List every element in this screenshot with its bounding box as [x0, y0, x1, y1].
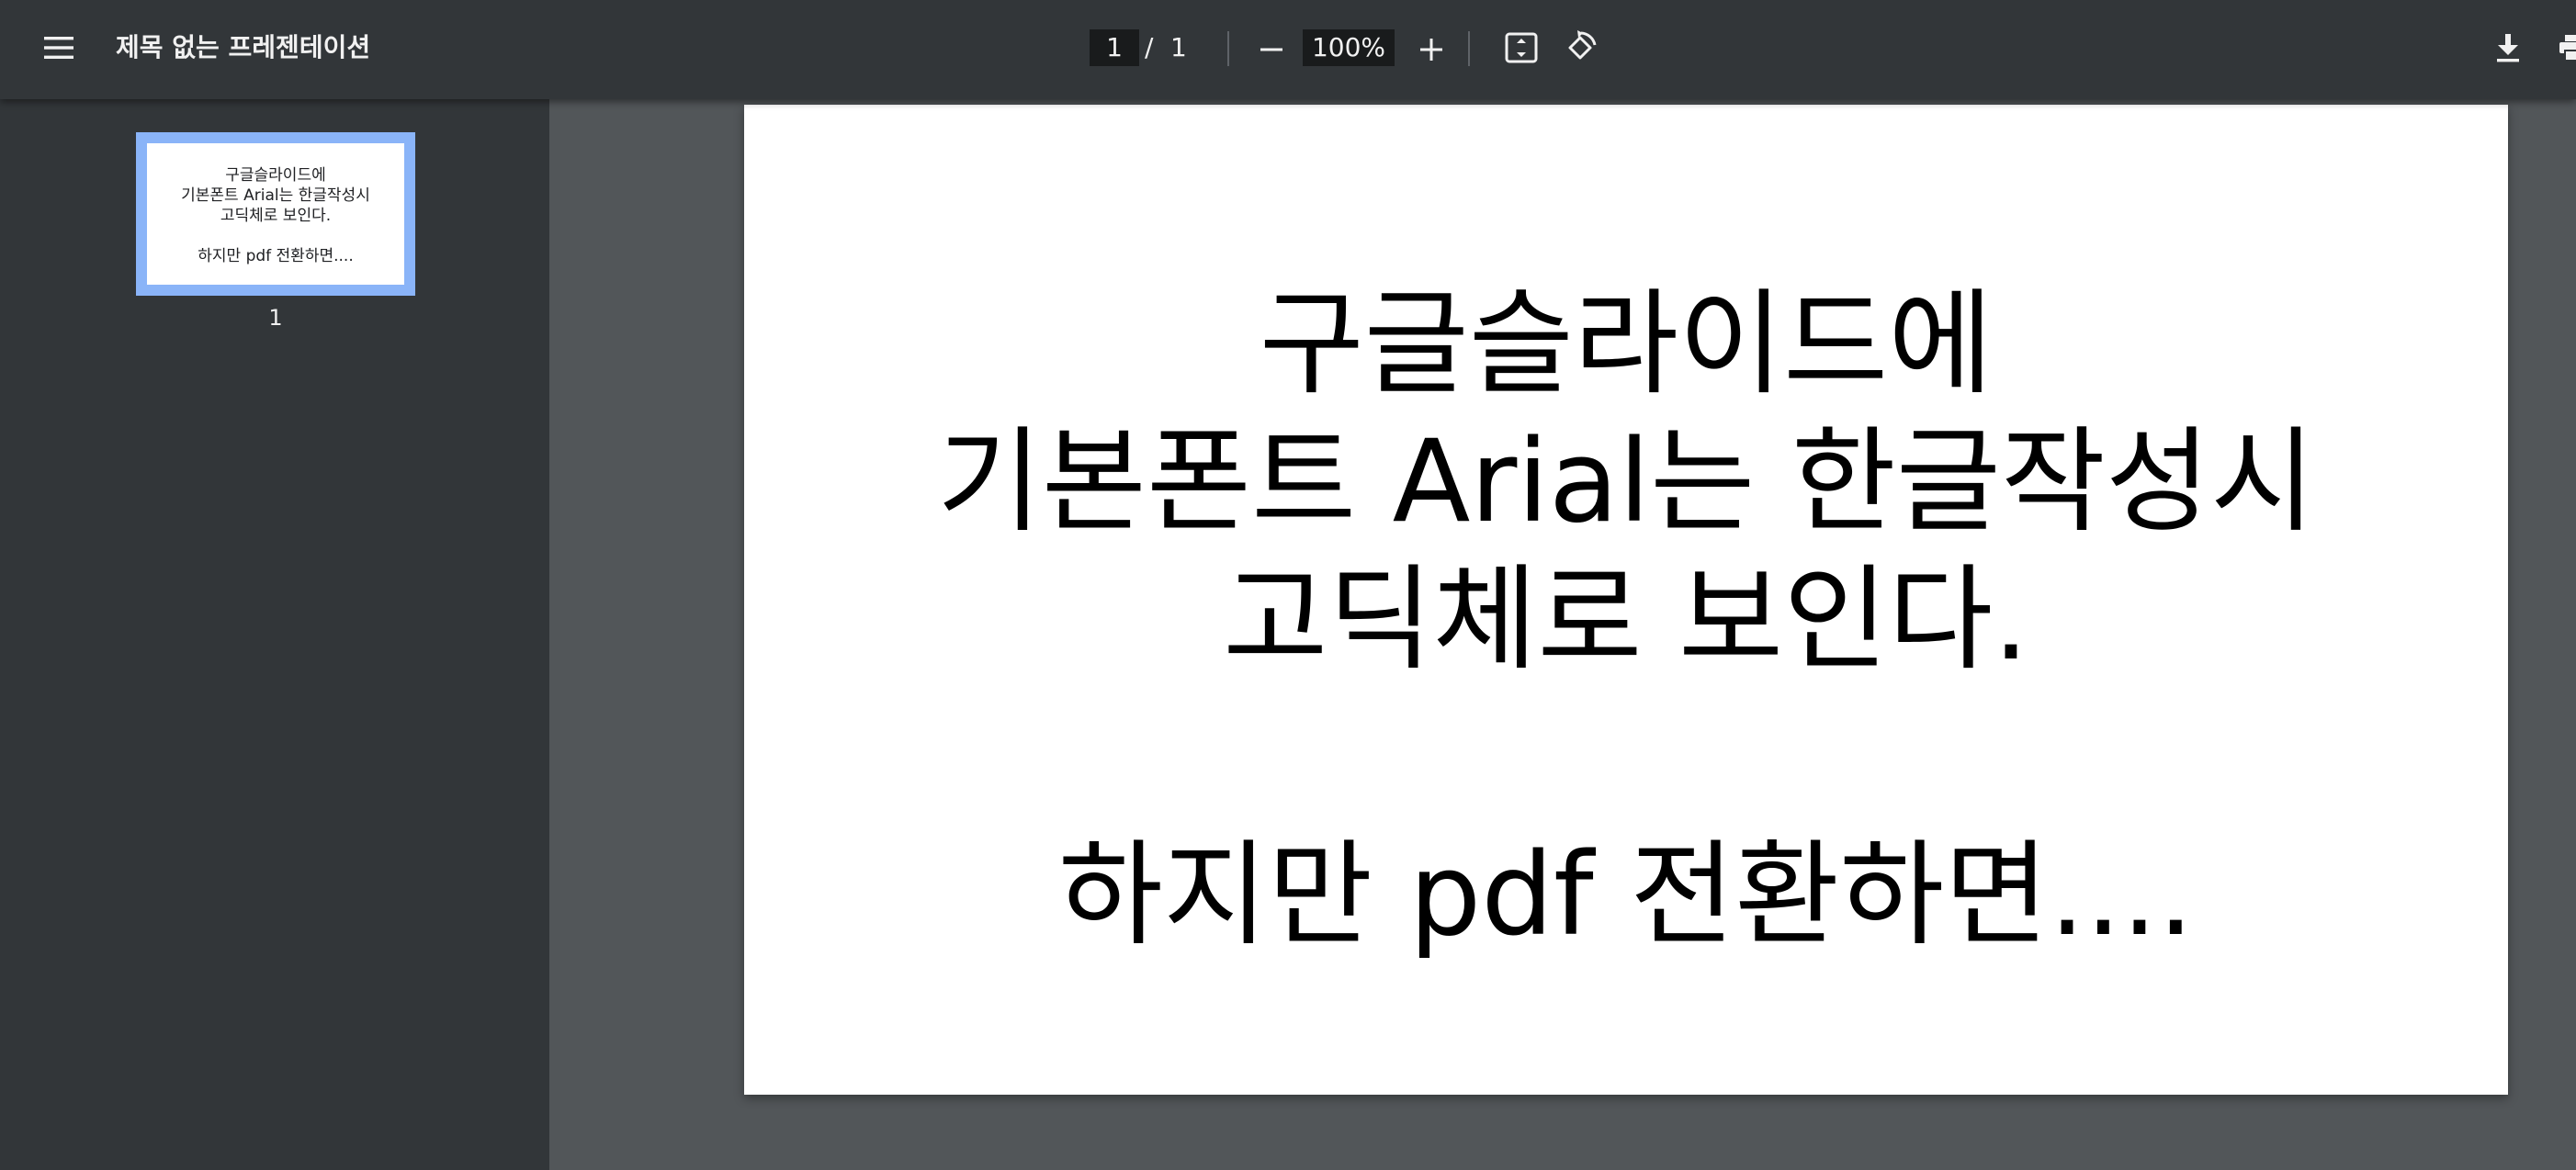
zoom-in-button[interactable]: [1406, 24, 1457, 75]
page-count: / 1: [1139, 29, 1231, 66]
page-number-input[interactable]: 1: [1090, 29, 1139, 66]
page-text-line: [744, 689, 2508, 827]
thumbnail-line: 기본폰트 Arial는 한글작성시: [181, 186, 370, 205]
thumbnail-line: 고딕체로 보인다.: [220, 207, 332, 225]
page-text-line: 하지만 pdf 전환하면....: [1057, 829, 2195, 962]
thumbnail-page-number: 1: [268, 305, 283, 331]
rotate-button[interactable]: [1554, 22, 1606, 73]
pdf-page: 구글슬라이드에 기본폰트 Arial는 한글작성시 고딕체로 보인다. 하지만 …: [744, 105, 2508, 1095]
thumbnail-line: 하지만 pdf 전환하면....: [198, 247, 354, 265]
zoom-out-button[interactable]: [1246, 24, 1297, 75]
fit-to-page-icon: [1505, 32, 1538, 63]
page-text: 구글슬라이드에 기본폰트 Arial는 한글작성시 고딕체로 보인다. 하지만 …: [744, 276, 2508, 964]
thumbnail-sidebar: 구글슬라이드에 기본폰트 Arial는 한글작성시 고딕체로 보인다. 하지만 …: [0, 99, 549, 1170]
pdf-toolbar: 제목 없는 프레젠테이션 1 / 1 100%: [0, 0, 2576, 99]
toolbar-divider: [1227, 31, 1229, 66]
print-icon: [2558, 33, 2576, 62]
thumbnail-preview: 구글슬라이드에 기본폰트 Arial는 한글작성시 고딕체로 보인다. 하지만 …: [147, 143, 404, 285]
print-button[interactable]: [2547, 22, 2576, 73]
page-text-line: 구글슬라이드에: [1259, 278, 1994, 411]
download-button[interactable]: [2482, 22, 2534, 73]
toolbar-divider: [1468, 31, 1470, 66]
page-thumbnail[interactable]: 구글슬라이드에 기본폰트 Arial는 한글작성시 고딕체로 보인다. 하지만 …: [136, 132, 415, 296]
zoom-level-input[interactable]: 100%: [1303, 29, 1395, 66]
plus-icon: [1418, 37, 1444, 62]
page-separator: /: [1145, 32, 1154, 62]
page-text-line: 기본폰트 Arial는 한글작성시: [936, 416, 2316, 548]
page-total: 1: [1170, 32, 1187, 62]
thumbnail-line: 구글슬라이드에: [225, 166, 326, 185]
thumbnail-line: [147, 226, 404, 246]
fit-to-page-button[interactable]: [1496, 22, 1547, 73]
menu-icon: [42, 34, 75, 62]
document-title: 제목 없는 프레젠테이션: [116, 32, 371, 62]
minus-icon: [1259, 37, 1284, 62]
download-icon: [2494, 32, 2522, 63]
rotate-icon: [1563, 30, 1598, 65]
page-text-line: 고딕체로 보인다.: [1223, 554, 2029, 686]
menu-button[interactable]: [33, 22, 85, 73]
